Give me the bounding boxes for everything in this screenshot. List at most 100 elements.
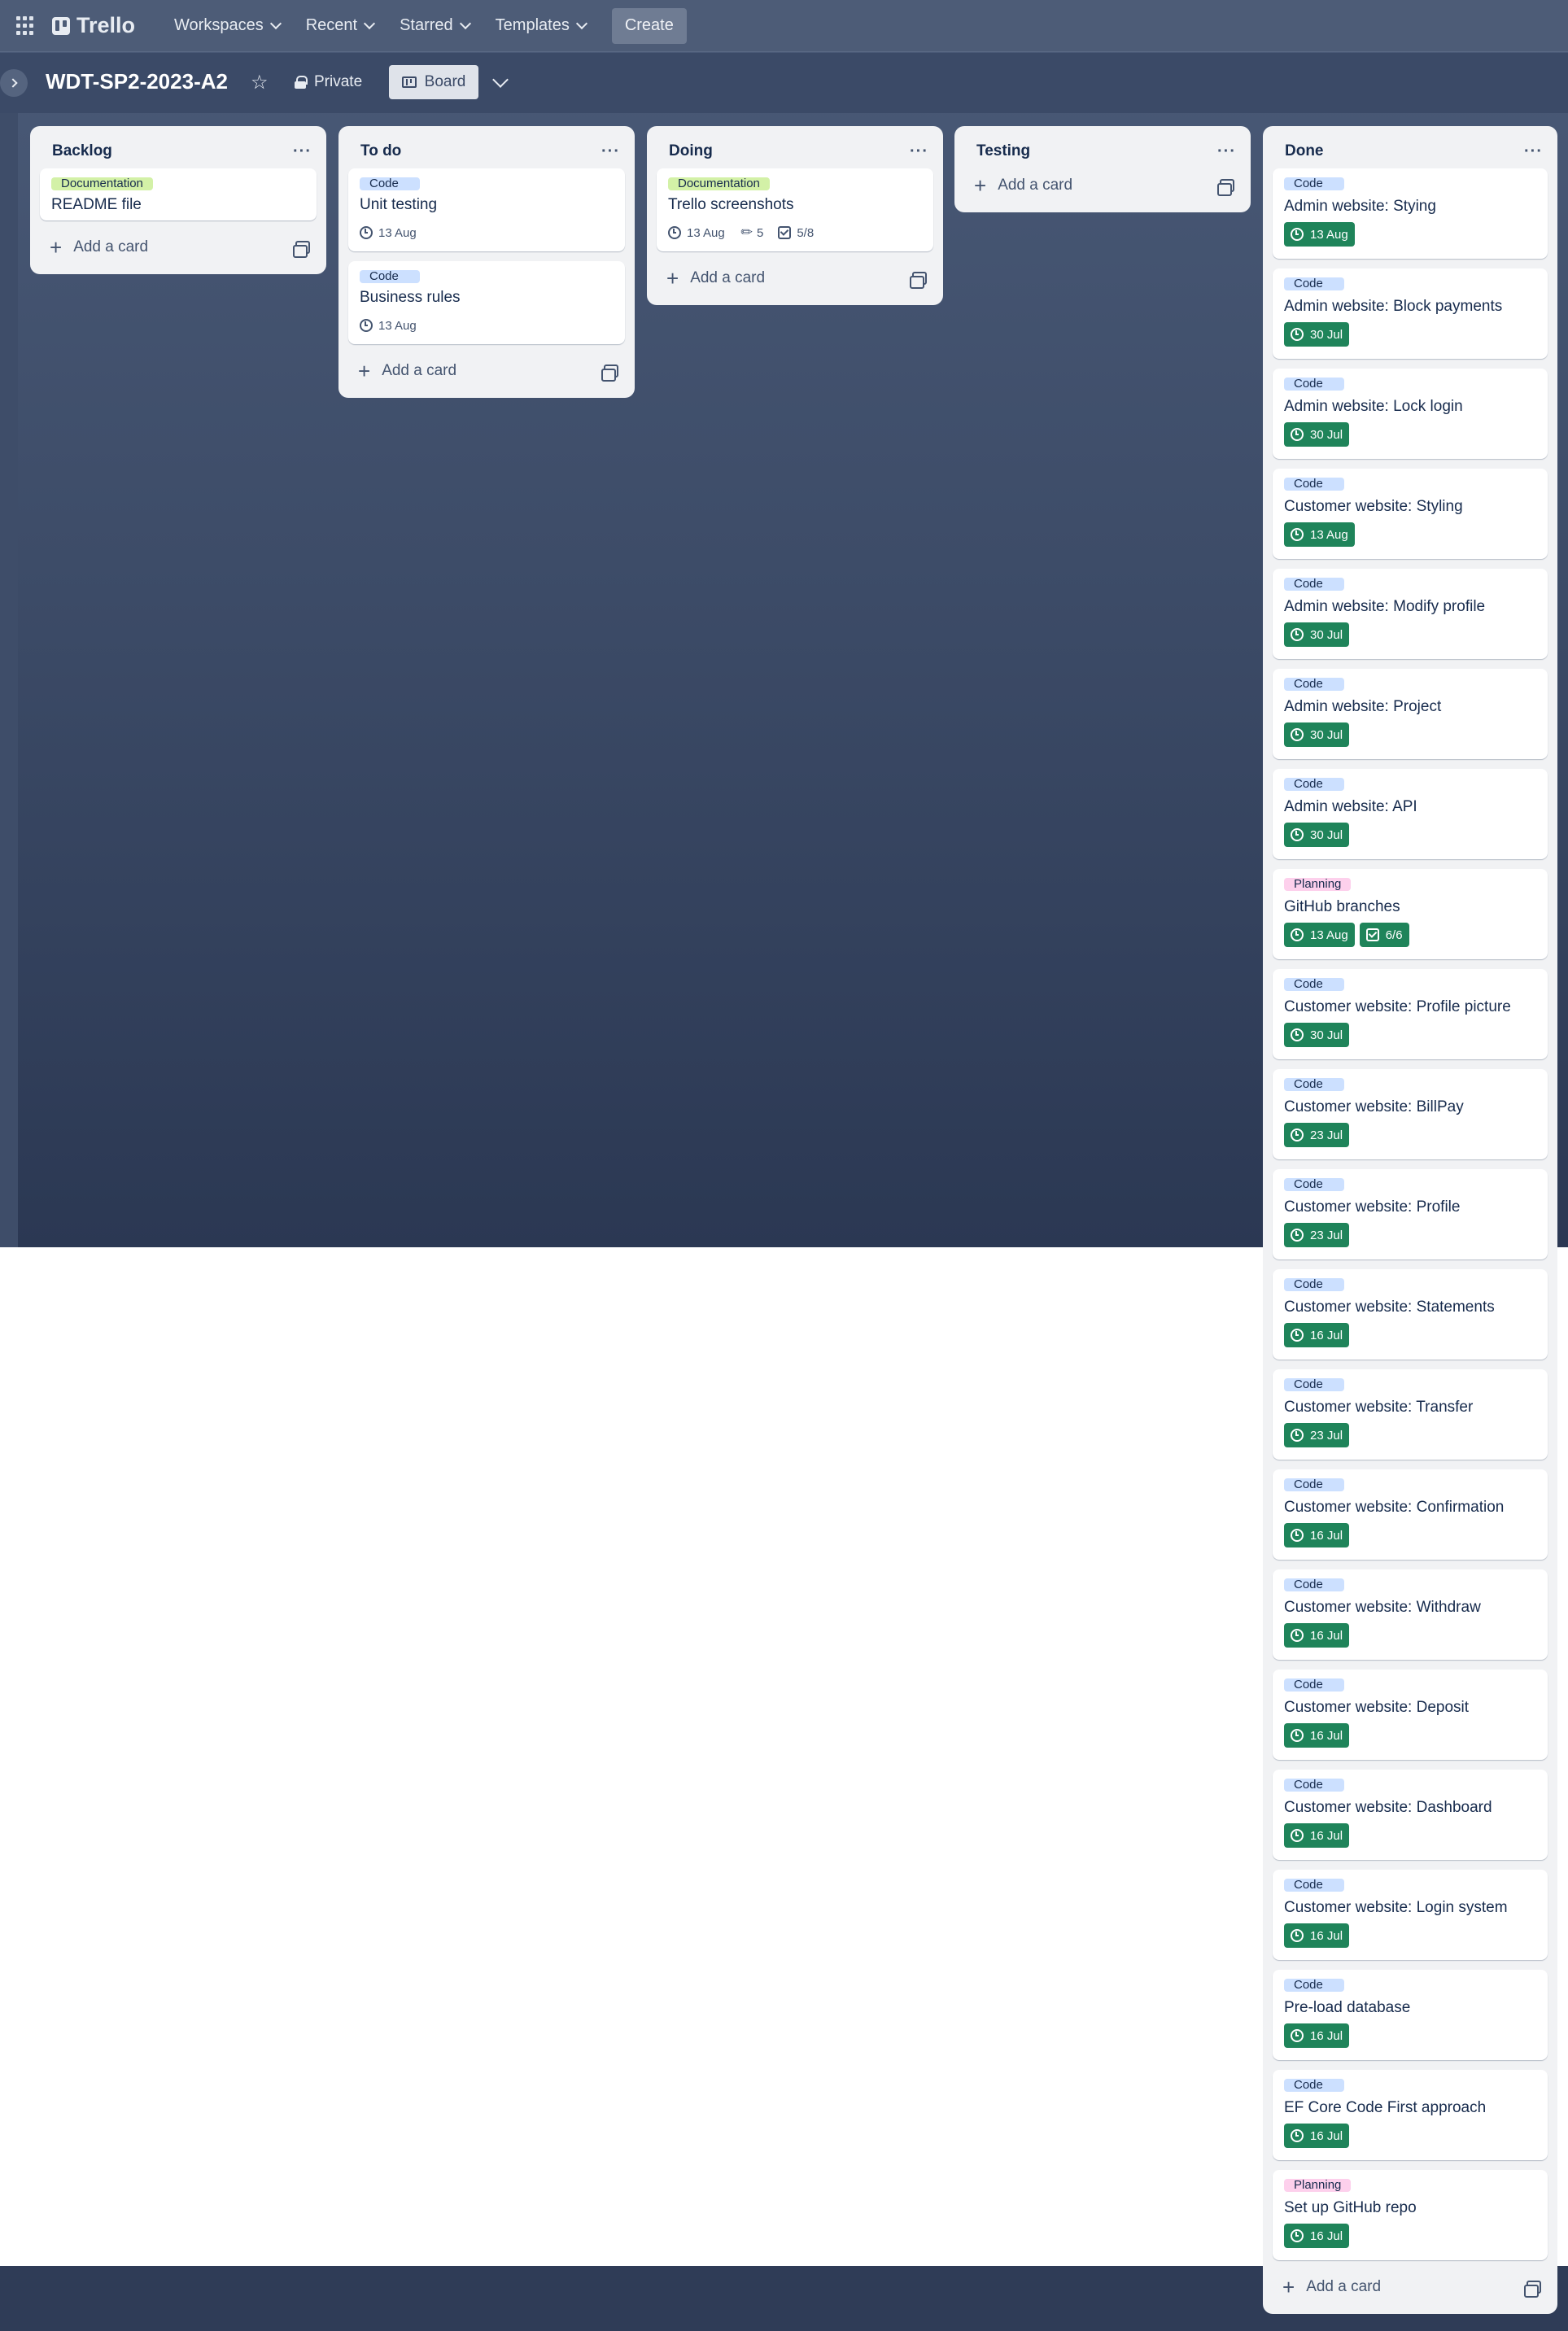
due-date-badge[interactable]: 13 Aug <box>360 319 417 333</box>
due-date-complete-badge[interactable]: 13 Aug <box>1284 522 1355 547</box>
card-label[interactable]: Code <box>1284 478 1344 491</box>
card[interactable]: Code Business rules 13 Aug <box>348 261 625 344</box>
card[interactable]: Code Customer website: Deposit 16 Jul <box>1273 1670 1548 1760</box>
due-date-complete-badge[interactable]: 23 Jul <box>1284 1123 1350 1147</box>
add-card-button[interactable]: + Add a card <box>358 360 456 382</box>
card-label[interactable]: Code <box>1284 678 1344 691</box>
create-button[interactable]: Create <box>611 7 687 44</box>
trello-logo[interactable]: Trello <box>52 13 135 38</box>
more-options-icon[interactable]: ··· <box>910 142 928 161</box>
card[interactable]: Documentation Trello screenshots 13 Aug … <box>657 168 933 251</box>
card[interactable]: Code Customer website: Profile picture 30 … <box>1273 969 1548 1059</box>
due-date-complete-badge[interactable]: 16 Jul <box>1284 2023 1350 2048</box>
due-date-complete-badge[interactable]: 23 Jul <box>1284 1223 1350 1247</box>
due-date-complete-badge[interactable]: 16 Jul <box>1284 1923 1350 1948</box>
card-label[interactable]: Code <box>1284 177 1344 190</box>
apps-grid-icon[interactable] <box>16 15 36 36</box>
card[interactable]: Code Customer website: Confirmation 16 Jul <box>1273 1469 1548 1560</box>
card-label[interactable]: Code <box>1284 978 1344 991</box>
card-label[interactable]: Code <box>1284 378 1344 391</box>
due-date-complete-badge[interactable]: 13 Aug <box>1284 222 1355 247</box>
card-label[interactable]: Code <box>1284 1578 1344 1591</box>
due-date-complete-badge[interactable]: 13 Aug <box>1284 923 1355 947</box>
due-date-badge[interactable]: 13 Aug <box>668 226 725 240</box>
more-options-icon[interactable]: ··· <box>1217 142 1236 161</box>
create-from-template-icon[interactable] <box>1217 179 1234 196</box>
due-date-complete-badge[interactable]: 16 Jul <box>1284 1623 1350 1648</box>
more-options-icon[interactable]: ··· <box>601 142 620 161</box>
card[interactable]: Code Unit testing 13 Aug <box>348 168 625 251</box>
due-date-complete-badge[interactable]: 30 Jul <box>1284 322 1350 347</box>
card[interactable]: Code Pre-load database 16 Jul <box>1273 1970 1548 2060</box>
create-from-template-icon[interactable] <box>601 364 618 382</box>
add-card-button[interactable]: + Add a card <box>1282 2276 1381 2298</box>
card-label[interactable]: Code <box>1284 1078 1344 1091</box>
card[interactable]: Code Admin website: API 30 Jul <box>1273 769 1548 859</box>
card-label[interactable]: Planning <box>1284 878 1352 891</box>
due-date-complete-badge[interactable]: 30 Jul <box>1284 422 1350 447</box>
card[interactable]: Code Customer website: Login system 16 Jul <box>1273 1870 1548 1960</box>
card[interactable]: Code Customer website: Dashboard 16 Jul <box>1273 1770 1548 1860</box>
due-date-complete-badge[interactable]: 16 Jul <box>1284 2124 1350 2148</box>
card-label[interactable]: Code <box>1284 1879 1344 1892</box>
card[interactable]: Code Admin website: Lock login 30 Jul <box>1273 369 1548 459</box>
create-from-template-icon[interactable] <box>293 241 310 258</box>
due-date-complete-badge[interactable]: 16 Jul <box>1284 1823 1350 1848</box>
due-date-complete-badge[interactable]: 30 Jul <box>1284 823 1350 847</box>
visibility-button[interactable]: Private <box>295 66 362 98</box>
due-date-complete-badge[interactable]: 16 Jul <box>1284 1523 1350 1547</box>
card-label[interactable]: Code <box>1284 2079 1344 2092</box>
card[interactable]: Planning Set up GitHub repo 16 Jul <box>1273 2170 1548 2260</box>
card-label[interactable]: Code <box>1284 778 1344 791</box>
card-label[interactable]: Code <box>360 270 420 283</box>
nav-workspaces[interactable]: Workspaces <box>161 8 293 44</box>
card[interactable]: Code Customer website: Profile 23 Jul <box>1273 1169 1548 1259</box>
add-card-button[interactable]: + Add a card <box>974 175 1072 196</box>
card-label[interactable]: Code <box>1284 1478 1344 1491</box>
due-date-complete-badge[interactable]: 30 Jul <box>1284 622 1350 647</box>
card[interactable]: Code Customer website: Styling 13 Aug <box>1273 469 1548 559</box>
star-icon[interactable]: ☆ <box>251 71 269 94</box>
card[interactable]: Code Admin website: Block payments 30 Jul <box>1273 268 1548 359</box>
card-label[interactable]: Code <box>1284 578 1344 591</box>
card[interactable]: Code Admin website: Project 30 Jul <box>1273 669 1548 759</box>
card-label[interactable]: Code <box>1284 1278 1344 1291</box>
due-date-complete-badge[interactable]: 16 Jul <box>1284 2224 1350 2248</box>
more-options-icon[interactable]: ··· <box>293 142 312 161</box>
due-date-complete-badge[interactable]: 23 Jul <box>1284 1423 1350 1447</box>
nav-starred[interactable]: Starred <box>387 8 483 44</box>
card-label[interactable]: Code <box>1284 1378 1344 1391</box>
due-date-badge[interactable]: 13 Aug <box>360 226 417 240</box>
card-label[interactable]: Code <box>1284 1178 1344 1191</box>
board-view-button[interactable]: Board <box>389 65 478 99</box>
nav-templates[interactable]: Templates <box>483 8 599 44</box>
card[interactable]: Code Customer website: Withdraw 16 Jul <box>1273 1569 1548 1660</box>
add-card-button[interactable]: + Add a card <box>666 268 765 289</box>
board-title[interactable]: WDT-SP2-2023-A2 <box>46 69 228 94</box>
card[interactable]: Planning GitHub branches 13 Aug 6/6 <box>1273 869 1548 959</box>
create-from-template-icon[interactable] <box>910 272 927 289</box>
create-from-template-icon[interactable] <box>1524 2281 1541 2298</box>
card-label[interactable]: Documentation <box>51 177 153 190</box>
card[interactable]: Code Customer website: Transfer 23 Jul <box>1273 1369 1548 1460</box>
due-date-complete-badge[interactable]: 30 Jul <box>1284 1023 1350 1047</box>
view-switcher-chevron-icon[interactable] <box>492 72 509 88</box>
nav-recent[interactable]: Recent <box>293 8 387 44</box>
sidebar-expand-button[interactable] <box>0 69 28 97</box>
card[interactable]: Code Admin website: Modify profile 30 Jul <box>1273 569 1548 659</box>
card-label[interactable]: Planning <box>1284 2179 1352 2192</box>
more-options-icon[interactable]: ··· <box>1524 142 1543 161</box>
card-label[interactable]: Code <box>1284 1979 1344 1992</box>
card-label[interactable]: Code <box>1284 277 1344 290</box>
card[interactable]: Code EF Core Code First approach 16 Jul <box>1273 2070 1548 2160</box>
due-date-complete-badge[interactable]: 16 Jul <box>1284 1323 1350 1347</box>
add-card-button[interactable]: + Add a card <box>50 237 148 258</box>
card-label[interactable]: Documentation <box>668 177 770 190</box>
card[interactable]: Code Customer website: Statements 16 Jul <box>1273 1269 1548 1360</box>
card[interactable]: Code Customer website: BillPay 23 Jul <box>1273 1069 1548 1159</box>
card[interactable]: Code Admin website: Stying 13 Aug <box>1273 168 1548 259</box>
card-label[interactable]: Code <box>1284 1678 1344 1692</box>
card-label[interactable]: Code <box>1284 1779 1344 1792</box>
card[interactable]: Documentation README file <box>40 168 317 220</box>
due-date-complete-badge[interactable]: 30 Jul <box>1284 722 1350 747</box>
